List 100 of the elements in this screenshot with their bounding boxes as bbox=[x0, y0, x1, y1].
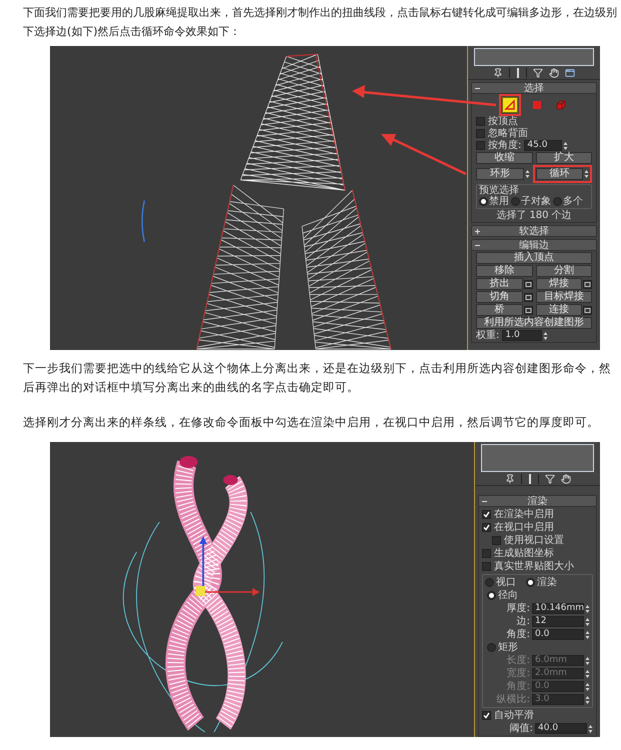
pin-icon[interactable] bbox=[493, 68, 503, 78]
option-label: 在渲染中启用 bbox=[494, 509, 554, 520]
panel-button[interactable]: 插入顶点 bbox=[476, 252, 592, 264]
rollout-header[interactable]: 编辑边 bbox=[471, 239, 597, 251]
option-label: 阈值: bbox=[510, 723, 533, 734]
number-field[interactable]: 2.0mm bbox=[532, 668, 584, 679]
panel-button[interactable]: 利用所选内容创建图形 bbox=[476, 317, 592, 329]
checkbox[interactable] bbox=[476, 129, 485, 138]
number-field[interactable]: 0.0 bbox=[532, 681, 584, 692]
number-field[interactable]: 12 bbox=[532, 616, 584, 627]
triangle-icon bbox=[504, 98, 516, 110]
number-field[interactable]: 0.0 bbox=[532, 629, 584, 640]
option-label: 忽略背面 bbox=[488, 128, 528, 139]
hand-icon[interactable] bbox=[560, 474, 570, 484]
checkbox[interactable] bbox=[482, 523, 491, 532]
panel-button[interactable]: 桥 bbox=[476, 304, 522, 316]
panel-button[interactable]: 环形 bbox=[476, 168, 524, 180]
radio-button[interactable] bbox=[511, 197, 520, 206]
panel-button[interactable]: 移除 bbox=[476, 265, 532, 277]
option-label: 宽度: bbox=[506, 668, 530, 679]
radio-button[interactable] bbox=[487, 643, 496, 652]
option-label: 按角度: bbox=[488, 140, 522, 151]
funnel-icon[interactable] bbox=[544, 474, 554, 484]
option-label: 权重: bbox=[476, 330, 500, 341]
radio-button[interactable] bbox=[485, 578, 494, 587]
option-label: 按顶点 bbox=[488, 116, 518, 127]
number-field[interactable]: 45.0 bbox=[524, 140, 562, 151]
bar-icon[interactable] bbox=[516, 68, 520, 78]
option-label: 视口 bbox=[496, 577, 516, 588]
bar-icon[interactable] bbox=[528, 474, 532, 484]
minus-icon bbox=[482, 498, 487, 504]
panel-button[interactable]: 目标焊接 bbox=[536, 291, 592, 303]
rollout-title: 软选择 bbox=[519, 226, 549, 236]
option-label: 禁用 bbox=[489, 196, 509, 207]
option-label: 边: bbox=[516, 616, 530, 627]
paragraph: 选择刚才分离出来的样条线，在修改命令面板中勾选在渲染中启用，在视口中启用，然后调节它的厚度即可。 bbox=[23, 414, 600, 431]
settings-box-icon[interactable] bbox=[524, 280, 532, 288]
minus-icon bbox=[475, 242, 480, 248]
option-label: 自动平滑 bbox=[494, 710, 534, 721]
number-field[interactable]: 1.0 bbox=[502, 330, 542, 341]
settings-box-icon[interactable] bbox=[524, 292, 532, 302]
radio-button[interactable] bbox=[553, 197, 562, 206]
radio-button[interactable] bbox=[479, 197, 488, 206]
radio-button[interactable] bbox=[526, 578, 535, 587]
settings-box-icon[interactable] bbox=[583, 306, 592, 314]
option-label: 真实世界贴图大小 bbox=[494, 561, 574, 572]
option-label: 矩形 bbox=[498, 642, 518, 653]
settings-box-icon[interactable] bbox=[583, 280, 592, 288]
funnel-icon[interactable] bbox=[533, 68, 543, 78]
hand-icon[interactable] bbox=[549, 68, 559, 78]
option-label: 生成贴图坐标 bbox=[494, 548, 554, 559]
checkbox[interactable] bbox=[482, 711, 491, 720]
option-label: 多个 bbox=[563, 196, 583, 207]
number-field[interactable]: 10.146mm bbox=[532, 603, 584, 614]
group-title: 预览选择 bbox=[479, 185, 520, 196]
rollout-header[interactable]: 渲染 bbox=[478, 495, 597, 507]
checkbox[interactable] bbox=[476, 141, 485, 150]
number-field[interactable]: 6.0mm bbox=[532, 655, 584, 666]
radio-button[interactable] bbox=[487, 591, 496, 600]
settings-box-icon[interactable] bbox=[524, 306, 532, 314]
checkbox[interactable] bbox=[492, 536, 501, 545]
rollout-header[interactable]: 选择 bbox=[471, 82, 597, 94]
rollout-header[interactable]: 软选择 bbox=[471, 225, 597, 237]
panel-button[interactable]: 焊接 bbox=[536, 278, 582, 290]
paragraph: 下一步我们需要把选中的线给它从这个物体上分离出来，还是在边级别下，点击利用所选内容创建图形命令，然后再弹出的对话框中填写分离出来的曲线的名字点击确定即可。 bbox=[23, 360, 612, 396]
rollout-title: 选择 bbox=[524, 82, 544, 94]
option-label: 在视口中启用 bbox=[494, 522, 554, 533]
square-icon bbox=[531, 98, 543, 110]
option-label: 径向 bbox=[498, 590, 518, 601]
option-label: 角度: bbox=[506, 629, 530, 640]
paragraph: 下面我们需要把要用的几股麻绳提取出来，首先选择刚才制作出的扭曲线段，点击鼠标右键转化成可编辑多边形，在边级别下选择边(如下)然后点击循环命令效果如下： bbox=[23, 5, 617, 40]
plus-icon bbox=[475, 228, 480, 234]
rollout-title: 编辑边 bbox=[519, 240, 549, 250]
panel-button[interactable]: 切角 bbox=[476, 291, 522, 303]
cube-icon bbox=[555, 98, 567, 110]
option-label: 子对象 bbox=[521, 196, 551, 207]
rollout-title: 渲染 bbox=[528, 496, 548, 506]
pin-icon[interactable] bbox=[504, 474, 514, 484]
panel-button[interactable]: 连接 bbox=[536, 304, 582, 316]
minus-icon bbox=[475, 86, 480, 90]
panel-button[interactable]: 扩大 bbox=[536, 152, 592, 164]
option-label: 长度: bbox=[506, 655, 530, 666]
checkbox[interactable] bbox=[482, 510, 491, 519]
panel-button[interactable]: 分割 bbox=[536, 265, 592, 277]
option-label: 厚度: bbox=[506, 603, 530, 614]
checkbox[interactable] bbox=[476, 117, 485, 126]
selection-status: 选择了 180 个边 bbox=[496, 210, 572, 221]
number-field[interactable]: 40.0 bbox=[535, 723, 587, 734]
option-label: 使用视口设置 bbox=[504, 535, 564, 546]
window-icon[interactable] bbox=[565, 68, 575, 78]
checkbox[interactable] bbox=[482, 549, 491, 558]
panel-button[interactable]: 循环 bbox=[536, 168, 583, 180]
move-gizmo-icon[interactable] bbox=[196, 536, 260, 596]
option-label: 渲染 bbox=[537, 577, 557, 588]
option-label: 角度: bbox=[506, 681, 530, 692]
panel-button[interactable]: 挤出 bbox=[476, 278, 522, 290]
checkbox[interactable] bbox=[482, 562, 491, 571]
number-field[interactable]: 3.0 bbox=[532, 694, 584, 705]
option-label: 纵横比: bbox=[496, 694, 530, 705]
panel-button[interactable]: 收缩 bbox=[476, 152, 532, 164]
